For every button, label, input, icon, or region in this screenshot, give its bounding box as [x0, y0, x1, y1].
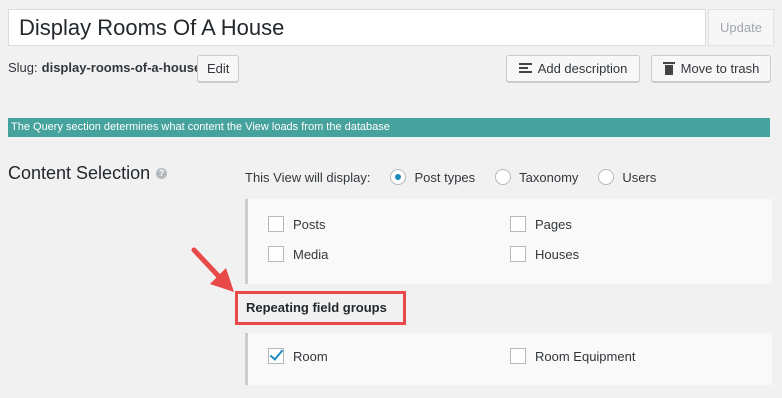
radio-users[interactable]: Users	[598, 169, 656, 185]
trash-icon	[662, 62, 675, 75]
content-selection-title: Content Selection	[8, 163, 151, 183]
slug-row: Slug: display-rooms-of-a-house	[8, 60, 201, 75]
radio-taxonomy-label: Taxonomy	[519, 169, 579, 185]
checkbox-pages[interactable]: Pages	[510, 216, 572, 232]
checkbox-room-label: Room	[293, 348, 328, 364]
move-to-trash-label: Move to trash	[680, 61, 760, 76]
checkbox-posts[interactable]: Posts	[268, 216, 326, 232]
checkbox-houses-label: Houses	[535, 246, 580, 262]
checkbox-media-control[interactable]	[268, 246, 284, 262]
radio-taxonomy[interactable]: Taxonomy	[495, 169, 578, 185]
help-icon[interactable]: ?	[156, 168, 168, 179]
edit-slug-label: Edit	[207, 61, 230, 76]
checkbox-room-equipment-label: Room Equipment	[535, 348, 636, 364]
radio-post-types[interactable]: Post types	[390, 169, 475, 185]
radio-post-types-control[interactable]	[390, 169, 407, 185]
radio-post-types-label: Post types	[414, 169, 476, 185]
checkbox-media-label: Media	[293, 246, 329, 262]
slug-label: Slug:	[8, 60, 38, 75]
checkbox-room-equipment[interactable]: Room Equipment	[510, 348, 635, 364]
checkbox-houses-control[interactable]	[510, 246, 526, 262]
radio-taxonomy-control[interactable]	[495, 169, 512, 185]
add-description-label: Add description	[537, 61, 628, 76]
repeating-groups-panel: Room Room Equipment	[245, 333, 772, 385]
content-selection-heading: Content Selection ?	[8, 163, 168, 184]
checkbox-room-equipment-control[interactable]	[510, 348, 526, 364]
checkbox-posts-label: Posts	[293, 216, 326, 232]
post-types-panel: Posts Pages Media Houses	[245, 199, 772, 284]
radio-users-control[interactable]	[598, 169, 615, 185]
repeating-field-groups-heading: Repeating field groups	[235, 291, 406, 325]
add-description-button[interactable]: Add description	[506, 55, 640, 82]
checkbox-houses[interactable]: Houses	[510, 246, 579, 262]
slug-value: display-rooms-of-a-house	[41, 60, 202, 75]
radio-users-label: Users	[622, 169, 657, 185]
view-title-input[interactable]: Display Rooms Of A House	[8, 9, 706, 46]
query-notice: The Query section determines what conten…	[8, 118, 770, 137]
text-align-icon	[518, 63, 532, 74]
checkbox-posts-control[interactable]	[268, 216, 284, 232]
checkbox-room[interactable]: Room	[268, 348, 328, 364]
annotation-arrow-icon	[191, 247, 234, 292]
display-type-row: This View will display: Post types Taxon…	[245, 169, 656, 185]
checkbox-media[interactable]: Media	[268, 246, 328, 262]
edit-slug-button[interactable]: Edit	[197, 55, 240, 82]
checkbox-room-control[interactable]	[268, 348, 284, 364]
update-button[interactable]: Update	[708, 9, 774, 46]
checkbox-pages-control[interactable]	[510, 216, 526, 232]
move-to-trash-button[interactable]: Move to trash	[651, 55, 771, 82]
display-label: This View will display:	[245, 169, 371, 185]
checkbox-pages-label: Pages	[535, 216, 572, 232]
